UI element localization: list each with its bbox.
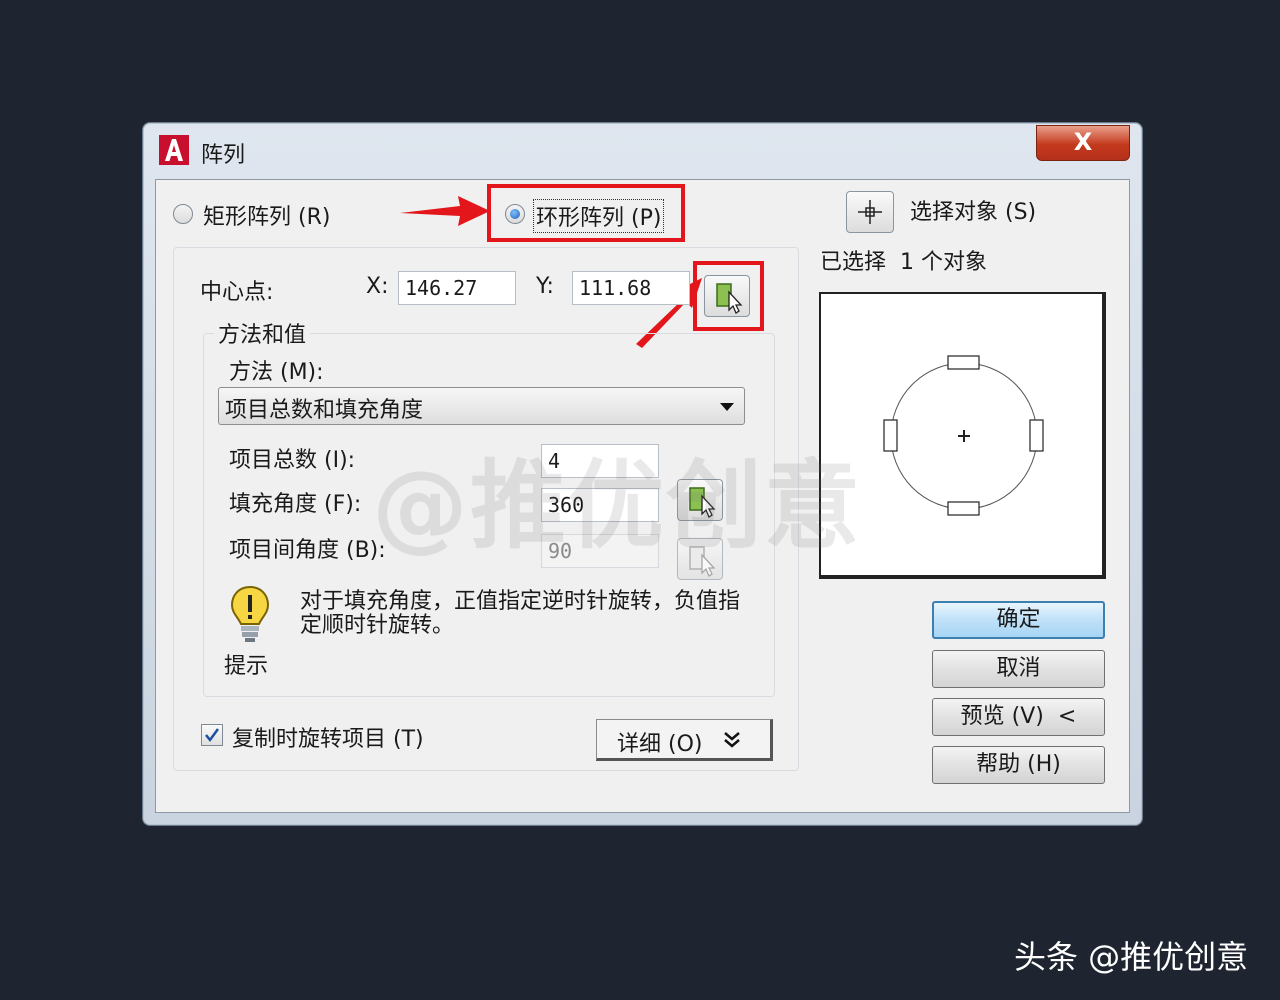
method-selected: 项目总数和填充角度	[225, 398, 424, 423]
select-objects-button[interactable]	[846, 191, 894, 233]
checkmark-icon	[205, 728, 220, 743]
rect-array-label[interactable]: 矩形阵列 (R)	[203, 199, 330, 231]
polar-array-preview-graphic	[883, 355, 1044, 516]
footer-watermark: 头条 @推优创意	[1014, 938, 1249, 976]
ok-button[interactable]: 确定	[932, 601, 1105, 639]
polar-highlight-box	[487, 184, 685, 242]
crosshair-icon	[858, 200, 882, 224]
method-dropdown[interactable]: 项目总数和填充角度	[218, 387, 745, 425]
center-x-input[interactable]: 146.27	[398, 271, 516, 305]
rotate-items-label[interactable]: 复制时旋转项目 (T)	[232, 721, 424, 753]
selected-count-text: 已选择 1 个对象	[820, 250, 987, 275]
preview-button[interactable]: 预览 (V) <	[932, 698, 1105, 736]
watermark: @推优创意	[372, 450, 862, 562]
close-button[interactable]: X	[1036, 125, 1130, 161]
lightbulb-icon	[230, 585, 270, 642]
dialog-title: 阵列	[201, 143, 246, 168]
help-button[interactable]: 帮助 (H)	[932, 746, 1105, 784]
fill-angle-label: 填充角度 (F):	[229, 492, 362, 517]
center-point-label: 中心点:	[200, 280, 274, 305]
details-button[interactable]: 详细 (O)	[596, 719, 773, 761]
x-label: X:	[366, 274, 389, 299]
method-label: 方法 (M):	[229, 360, 324, 385]
autocad-logo-icon	[159, 135, 189, 165]
center-y-input[interactable]: 111.68	[572, 271, 690, 305]
double-chevron-down-icon	[724, 732, 740, 748]
cancel-button[interactable]: 取消	[932, 650, 1105, 688]
details-label: 详细 (O)	[617, 732, 703, 757]
y-label: Y:	[536, 274, 554, 299]
total-items-label: 项目总数 (I):	[229, 448, 356, 473]
tip-text: 对于填充角度，正值指定逆时针旋转，负值指定顺时针旋转。	[300, 589, 741, 638]
pick-highlight-box	[693, 261, 764, 331]
rect-array-radio[interactable]	[173, 204, 193, 224]
select-objects-label: 选择对象 (S)	[910, 200, 1037, 225]
array-preview	[819, 292, 1106, 579]
red-arrow-icon	[400, 196, 490, 226]
chevron-down-icon	[720, 403, 734, 411]
between-angle-label: 项目间角度 (B):	[229, 538, 386, 563]
rotate-items-checkbox[interactable]	[201, 724, 223, 746]
method-group-title: 方法和值	[214, 317, 311, 349]
tip-label: 提示	[224, 654, 269, 679]
